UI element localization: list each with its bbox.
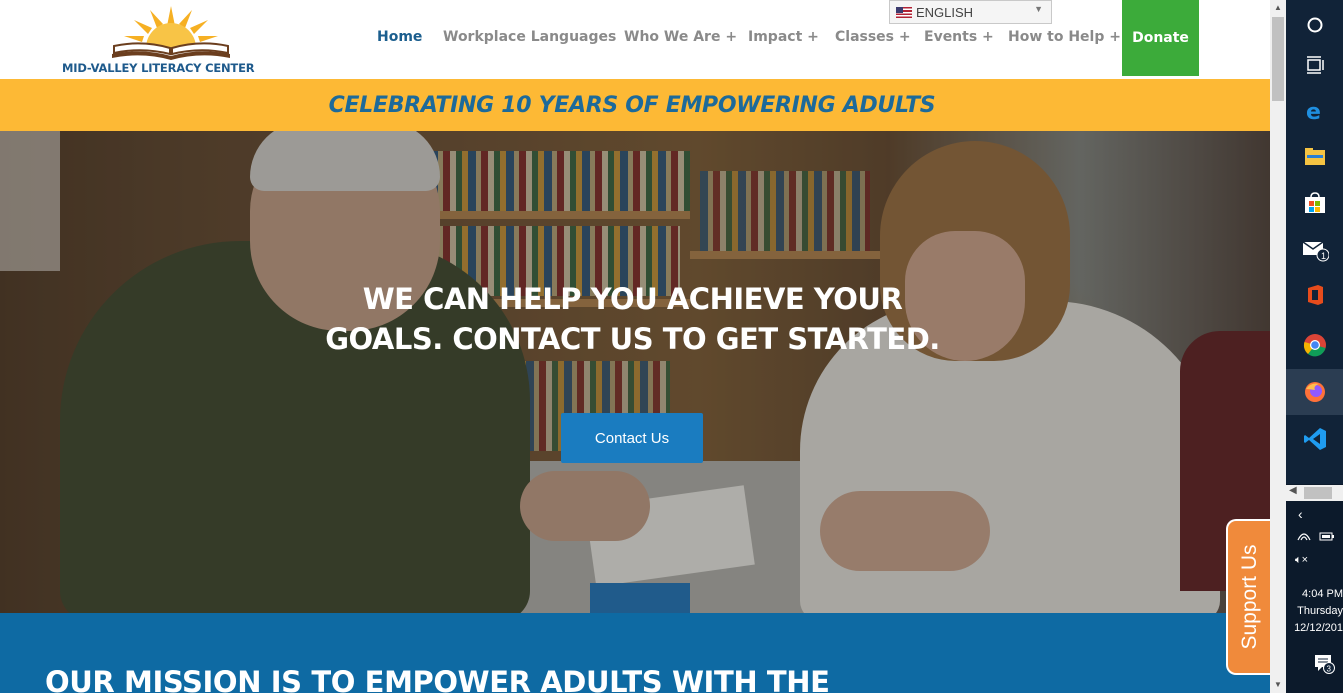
- language-selector[interactable]: ENGLISH ▼: [889, 0, 1052, 24]
- store-icon: [1304, 192, 1325, 213]
- file-explorer-icon: [1304, 148, 1325, 165]
- hero-section: WE CAN HELP YOU ACHIEVE YOUR GOALS. CONT…: [0, 131, 1270, 613]
- task-view-button[interactable]: [1286, 42, 1343, 88]
- nav-classes[interactable]: Classes +: [835, 29, 911, 45]
- nav-workplace-languages[interactable]: Workplace Languages: [443, 29, 616, 45]
- support-us-label: Support Us: [1238, 544, 1261, 650]
- taskbar-scrollbar[interactable]: ◀: [1286, 485, 1343, 501]
- site-logo[interactable]: MID-VALLEY LITERACY CENTER: [62, 4, 255, 75]
- nav-events[interactable]: Events +: [924, 29, 994, 45]
- scroll-left-arrow-icon[interactable]: ◀: [1289, 485, 1297, 496]
- mail-icon: 1: [1302, 241, 1329, 262]
- show-hidden-icons-chevron-icon[interactable]: ‹: [1298, 506, 1303, 522]
- battery-icon[interactable]: [1319, 530, 1335, 545]
- scroll-up-arrow-icon[interactable]: ▲: [1270, 0, 1286, 16]
- taskbar-office[interactable]: [1286, 272, 1343, 318]
- taskbar-edge[interactable]: e: [1286, 88, 1343, 134]
- mission-section: OUR MISSION IS TO EMPOWER ADULTS WITH TH…: [0, 613, 1270, 693]
- logo-text: MID-VALLEY LITERACY CENTER: [62, 61, 255, 75]
- page-scrollbar[interactable]: ▲ ▼: [1270, 0, 1286, 693]
- clock-date[interactable]: 12/12/201: [1286, 622, 1343, 634]
- hero-title-line-2: GOALS. CONTACT US TO GET STARTED.: [325, 322, 940, 356]
- hero-title: WE CAN HELP YOU ACHIEVE YOUR GOALS. CONT…: [290, 279, 975, 359]
- clock-time[interactable]: 4:04 PM: [1286, 588, 1343, 600]
- task-view-icon: [1306, 56, 1324, 74]
- us-flag-icon: [896, 7, 912, 18]
- donate-button[interactable]: Donate: [1122, 0, 1199, 76]
- edge-icon: e: [1306, 100, 1321, 122]
- notification-badge: 3: [1327, 665, 1332, 674]
- nav-how-to-help[interactable]: How to Help +: [1008, 29, 1121, 45]
- nav-home[interactable]: Home: [377, 29, 422, 45]
- hero-photo: [0, 131, 1270, 613]
- clock-day[interactable]: Thursday: [1286, 605, 1343, 617]
- taskbar-mail[interactable]: 1: [1286, 226, 1343, 272]
- wifi-icon[interactable]: [1297, 530, 1311, 545]
- volume-muted-icon[interactable]: 🔈︎×: [1295, 554, 1308, 567]
- firefox-icon: [1304, 382, 1325, 402]
- sun-book-logo-icon: [112, 6, 230, 60]
- language-label: ENGLISH: [916, 5, 974, 20]
- scrollbar-thumb[interactable]: [1272, 17, 1284, 101]
- scroll-down-arrow-icon[interactable]: ▼: [1270, 677, 1286, 693]
- action-center-button[interactable]: 3: [1314, 654, 1336, 677]
- taskbar-scroll-thumb[interactable]: [1304, 487, 1332, 499]
- nav-who-we-are[interactable]: Who We Are +: [624, 29, 737, 45]
- notifications-icon: 3: [1315, 655, 1335, 674]
- nav-impact[interactable]: Impact +: [748, 29, 819, 45]
- chrome-icon: [1303, 334, 1326, 357]
- banner-text: CELEBRATING 10 YEARS OF EMPOWERING ADULT…: [328, 92, 936, 118]
- dropdown-caret-icon: ▼: [1034, 4, 1043, 14]
- mail-badge: 1: [1321, 251, 1326, 261]
- office-icon: [1307, 285, 1323, 305]
- svg-text:e: e: [1306, 100, 1321, 122]
- system-tray: ‹ 🔈︎× 4:04 PM Thursday 12/12/201 3: [1286, 484, 1343, 693]
- taskbar-store[interactable]: [1286, 180, 1343, 226]
- site-header: MID-VALLEY LITERACY CENTER ENGLISH ▼ Hom…: [0, 0, 1270, 79]
- taskbar-chrome[interactable]: [1286, 322, 1343, 368]
- cortana-circle-icon: [1307, 17, 1322, 33]
- website-viewport: MID-VALLEY LITERACY CENTER ENGLISH ▼ Hom…: [0, 0, 1270, 693]
- support-us-tab[interactable]: Support Us: [1226, 519, 1270, 675]
- taskbar-firefox[interactable]: [1286, 369, 1343, 415]
- vscode-icon: [1303, 428, 1326, 450]
- taskbar-file-explorer[interactable]: [1286, 134, 1343, 180]
- taskbar-vscode[interactable]: [1286, 416, 1343, 462]
- hero-title-line-1: WE CAN HELP YOU ACHIEVE YOUR: [362, 282, 903, 316]
- windows-taskbar: e 1 ‹ 🔈︎× 4:04 PM Thursday 12/12/201 3: [1286, 0, 1343, 693]
- anniversary-banner: CELEBRATING 10 YEARS OF EMPOWERING ADULT…: [0, 79, 1270, 131]
- contact-us-button[interactable]: Contact Us: [561, 413, 703, 463]
- mission-heading: OUR MISSION IS TO EMPOWER ADULTS WITH TH…: [45, 665, 830, 693]
